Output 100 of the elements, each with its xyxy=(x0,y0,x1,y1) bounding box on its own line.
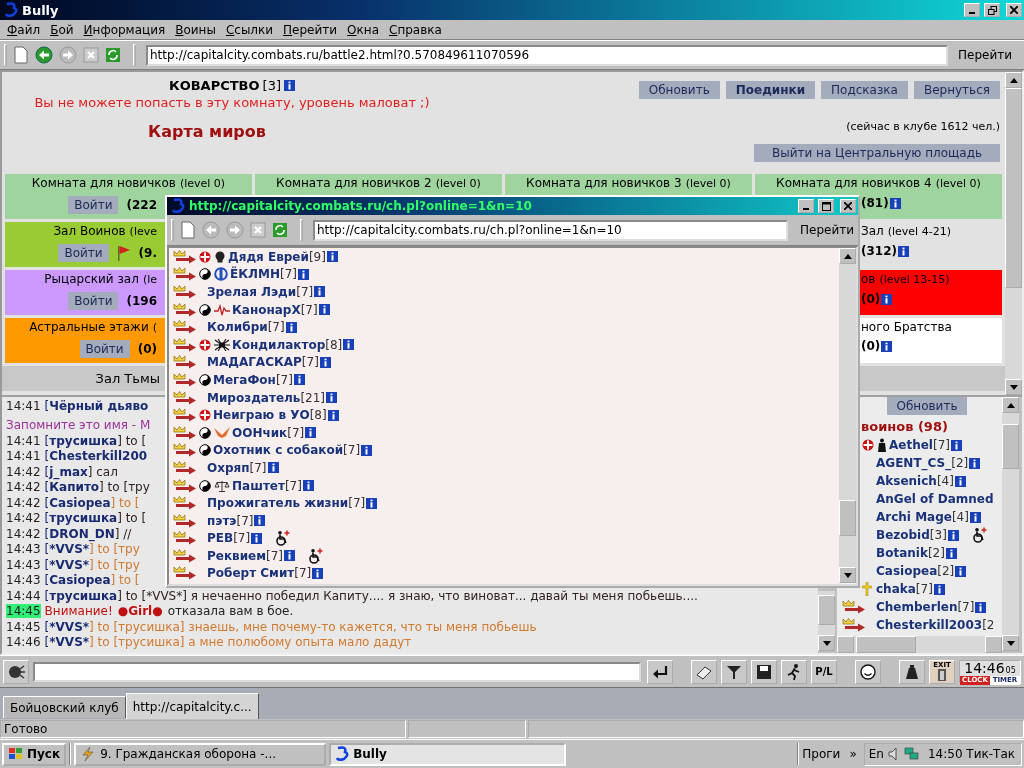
info-icon[interactable] xyxy=(947,529,959,541)
user-name[interactable]: Кондилактор[8] xyxy=(232,337,343,352)
arrow-icon[interactable] xyxy=(173,513,197,528)
user-name[interactable]: AnGel of Damned xyxy=(876,492,994,506)
user-name[interactable]: Роберт Смит[7] xyxy=(207,566,312,581)
info-icon[interactable] xyxy=(267,462,279,474)
arrow-icon[interactable] xyxy=(173,285,197,299)
taskbar-button[interactable]: 9. Гражданская оборона -... xyxy=(74,742,327,766)
nav-button[interactable]: Обновить xyxy=(638,81,720,99)
info-icon[interactable] xyxy=(284,80,295,91)
back-icon[interactable] xyxy=(35,46,53,64)
go-button[interactable]: Перейти xyxy=(954,48,1020,62)
language-indicator[interactable]: En xyxy=(868,747,884,761)
info-icon[interactable] xyxy=(881,340,893,352)
arrow-icon[interactable] xyxy=(173,267,197,282)
user-name[interactable]: ЁКЛМН[7] xyxy=(230,267,297,282)
user-name[interactable]: Охотник с собакой[7] xyxy=(213,443,361,458)
arrow-icon[interactable] xyxy=(173,548,197,563)
pl-button[interactable]: P/L xyxy=(811,659,837,684)
menu-item[interactable]: Справка xyxy=(384,22,447,37)
minimize-button[interactable] xyxy=(798,199,814,213)
info-icon[interactable] xyxy=(312,568,324,579)
scrollbar-thumb[interactable] xyxy=(1002,424,1019,470)
scrollbar[interactable] xyxy=(837,636,1002,653)
menu-item[interactable]: Перейти xyxy=(278,22,343,37)
nav-button[interactable]: Подсказка xyxy=(821,81,908,99)
info-icon[interactable] xyxy=(945,547,957,559)
info-icon[interactable] xyxy=(361,444,373,456)
scrollbar-thumb[interactable] xyxy=(818,595,835,626)
info-icon[interactable] xyxy=(251,532,263,544)
info-icon[interactable] xyxy=(969,511,981,523)
arrow-icon[interactable] xyxy=(173,390,197,405)
save-button[interactable] xyxy=(751,659,777,684)
user-name[interactable]: Casiopea[2] xyxy=(876,564,955,578)
user-name[interactable]: Botanik[2] xyxy=(876,546,945,560)
user-name[interactable]: Колибри[7] xyxy=(207,320,285,335)
maximize-button[interactable] xyxy=(818,199,834,213)
arrow-icon[interactable] xyxy=(173,478,197,493)
user-name[interactable]: МегаФон[7] xyxy=(213,372,293,387)
refresh-button[interactable]: Обновить xyxy=(886,397,968,415)
info-icon[interactable] xyxy=(969,457,981,469)
user-name[interactable]: МАДАГАСКАР[7] xyxy=(207,355,319,370)
address-field[interactable]: http://capitalcity.combats.ru/battle2.html?0.570849611070596 xyxy=(146,44,948,66)
more-button[interactable]: » xyxy=(849,747,857,761)
nav-button[interactable]: Вернуться xyxy=(913,81,1000,99)
up-arrow-icon[interactable] xyxy=(1006,402,1015,408)
menu-item[interactable]: Окна xyxy=(342,22,384,37)
user-name[interactable]: Chesterkill2003[2 xyxy=(876,618,995,632)
user-name[interactable]: Зрелая Лэди[7] xyxy=(207,285,314,299)
user-name[interactable]: Aethel[7] xyxy=(889,438,950,452)
info-icon[interactable] xyxy=(285,321,297,333)
arrow-icon[interactable] xyxy=(173,443,197,458)
scrollbar[interactable] xyxy=(1005,72,1022,395)
close-button[interactable] xyxy=(1006,3,1022,17)
info-icon[interactable] xyxy=(889,197,901,209)
enter-button[interactable]: Войти xyxy=(79,340,130,358)
user-name[interactable]: Прожигатель жизни[7] xyxy=(207,496,366,511)
info-icon[interactable] xyxy=(284,550,296,562)
page-icon[interactable] xyxy=(13,46,29,64)
arrow-icon[interactable] xyxy=(173,320,197,335)
arrow-icon[interactable] xyxy=(173,531,197,546)
user-name[interactable]: AGENT_CS_[2] xyxy=(876,456,969,470)
smiley-button[interactable] xyxy=(855,659,881,684)
info-icon[interactable] xyxy=(314,286,326,298)
bag-button[interactable] xyxy=(899,659,925,684)
scrollbar[interactable] xyxy=(818,591,835,651)
enter-button[interactable] xyxy=(647,659,673,684)
arrow-icon[interactable] xyxy=(173,496,197,511)
arrow-icon[interactable] xyxy=(173,372,197,387)
info-icon[interactable] xyxy=(293,374,305,386)
enter-button[interactable]: Войти xyxy=(68,292,119,310)
forward-icon[interactable] xyxy=(226,221,244,239)
user-name[interactable]: РЕВ[7] xyxy=(207,531,251,546)
info-icon[interactable] xyxy=(326,251,338,263)
enter-button[interactable]: Войти xyxy=(68,196,119,214)
info-icon[interactable] xyxy=(327,409,339,421)
user-name[interactable]: Неиграю в УО[8] xyxy=(213,408,327,423)
info-icon[interactable] xyxy=(343,339,355,351)
runner-button[interactable] xyxy=(781,659,807,684)
scrollbar[interactable] xyxy=(1002,397,1019,651)
arrow-icon[interactable] xyxy=(842,618,866,632)
user-name[interactable]: Паштет[7] xyxy=(232,478,302,493)
back-icon[interactable] xyxy=(202,221,220,239)
user-name[interactable]: ООНчик[7] xyxy=(232,425,305,440)
down-arrow-icon[interactable] xyxy=(822,640,831,646)
nav-button[interactable]: Поединки xyxy=(725,81,816,99)
user-name[interactable]: Archi Mage[4] xyxy=(876,510,969,524)
down-arrow-icon[interactable] xyxy=(1009,384,1018,390)
address-field[interactable]: http://capitalcity.combats.ru/ch.pl?online=1&n=10 xyxy=(312,219,788,241)
refresh-icon[interactable] xyxy=(105,47,121,63)
info-icon[interactable] xyxy=(326,392,338,404)
up-arrow-icon[interactable] xyxy=(843,253,852,259)
taskbar-button[interactable]: Bully xyxy=(329,742,567,766)
info-icon[interactable] xyxy=(305,427,317,439)
menu-item[interactable]: Ссылки xyxy=(220,22,279,37)
restore-button[interactable] xyxy=(984,3,1000,17)
info-icon[interactable] xyxy=(933,583,945,595)
user-name[interactable]: Bezobid[3] xyxy=(876,528,947,542)
user-name[interactable]: Дядя Еврей[9] xyxy=(228,249,326,264)
page-icon[interactable] xyxy=(180,221,196,239)
